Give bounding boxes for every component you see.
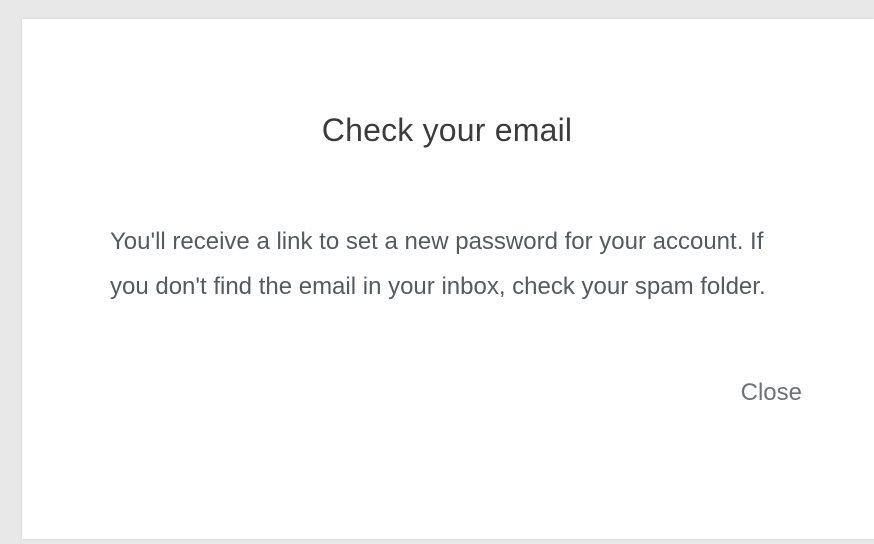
dialog-title: Check your email [321, 112, 573, 148]
page-background: Check your email You'll receive a link t… [0, 0, 874, 544]
close-button[interactable]: Close [702, 373, 802, 413]
password-reset-dialog: Check your email You'll receive a link t… [22, 19, 874, 539]
dialog-message: You'll receive a link to set a new passw… [110, 228, 766, 300]
